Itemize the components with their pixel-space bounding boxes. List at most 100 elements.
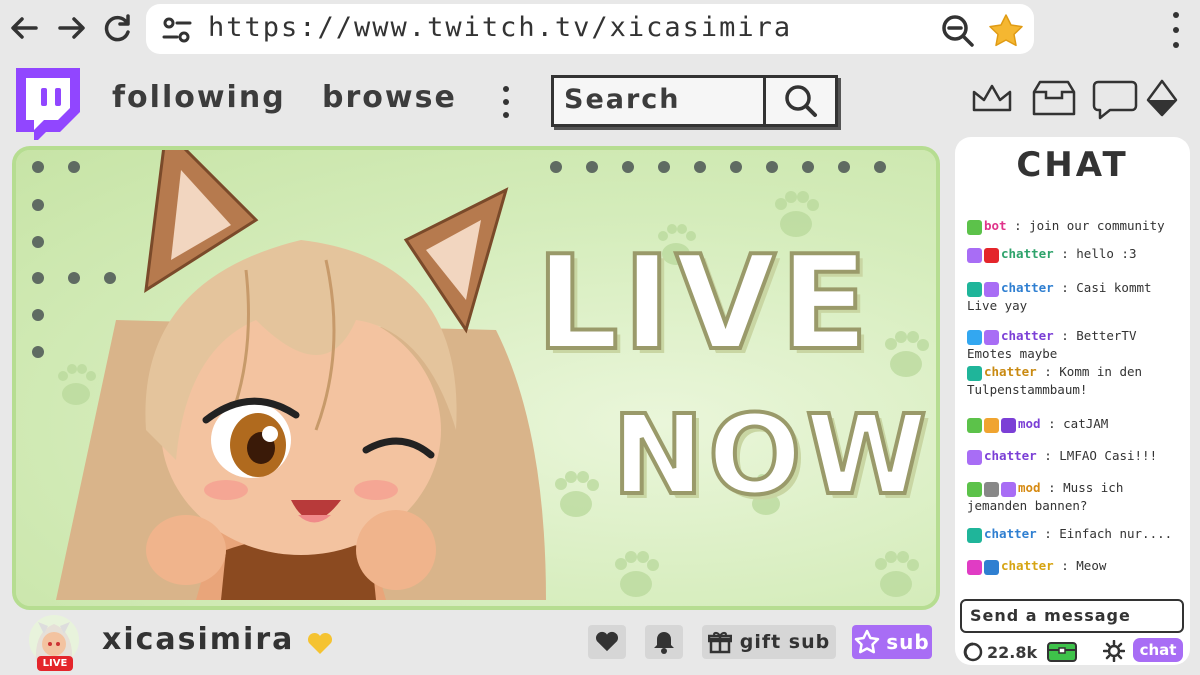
chat-message-input[interactable]: Send a message [960, 599, 1184, 633]
crown-icon[interactable] [970, 78, 1014, 118]
chat-separator: : [1040, 416, 1064, 431]
chat-badge-icon[interactable] [1001, 482, 1016, 497]
chat-username[interactable]: chatter [1001, 328, 1054, 343]
chat-separator: : [1040, 480, 1064, 495]
zoom-out-icon[interactable] [940, 13, 974, 47]
chat-bubble-icon[interactable] [1092, 78, 1138, 120]
verified-heart-icon [307, 632, 333, 656]
chat-title: CHAT [1016, 145, 1129, 185]
nav-browse[interactable]: browse [322, 80, 457, 115]
chat-badges [967, 416, 1018, 433]
chat-badge-icon[interactable] [967, 450, 982, 465]
chat-message: chatter : Casi kommt Live yay [967, 279, 1189, 314]
chat-separator: : [1053, 280, 1077, 295]
live-title: LIVE [534, 227, 873, 379]
chat-badge-icon[interactable] [967, 418, 982, 433]
settings-gear-icon[interactable] [1102, 639, 1126, 663]
address-bar[interactable]: https://www.twitch.tv/xicasimira [146, 4, 1034, 54]
chat-message-text: LMFAO Casi!!! [1059, 448, 1158, 463]
chat-separator: : [1053, 558, 1077, 573]
chat-username[interactable]: mod [1018, 416, 1041, 431]
chat-username[interactable]: chatter [984, 526, 1037, 541]
gift-sub-label: gift sub [739, 631, 831, 653]
gift-icon [707, 632, 732, 654]
follow-heart-button[interactable] [588, 625, 626, 659]
chat-username[interactable]: chatter [1001, 246, 1054, 261]
chat-message: chatter : LMFAO Casi!!! [967, 447, 1189, 465]
chat-badge-icon[interactable] [967, 560, 982, 575]
chat-send-button[interactable]: chat [1133, 638, 1183, 662]
chat-message: mod : catJAM [967, 415, 1189, 433]
subscribe-button[interactable]: sub [852, 625, 932, 659]
bell-icon [654, 632, 674, 654]
chat-badge-icon[interactable] [967, 366, 982, 381]
chat-separator: : [1036, 448, 1060, 463]
live-badge: LIVE [37, 656, 73, 671]
star-icon[interactable] [988, 13, 1023, 47]
chat-message: mod : Muss ich jemanden bannen? [967, 479, 1189, 514]
chat-separator: : [1053, 328, 1077, 343]
browser-menu-icon[interactable] [1166, 12, 1186, 48]
chat-panel: CHAT bot : join our community chatter : h… [955, 137, 1190, 665]
chat-badges [967, 328, 1001, 345]
chat-username[interactable]: mod [1018, 480, 1041, 495]
chat-badge-icon[interactable] [984, 418, 999, 433]
chat-badges [967, 218, 984, 235]
tune-icon[interactable] [160, 13, 194, 47]
chat-username[interactable]: chatter [1001, 280, 1054, 295]
star-icon [855, 629, 880, 654]
chat-badges [967, 558, 1001, 575]
search-placeholder: Search [564, 84, 681, 115]
search-icon [784, 85, 817, 117]
chat-badge-icon[interactable] [967, 220, 982, 235]
chat-badge-icon[interactable] [967, 282, 982, 297]
arrow-right-icon[interactable] [54, 10, 90, 46]
chat-badge-icon[interactable] [967, 330, 982, 345]
chat-message-text: Meow [1076, 558, 1107, 573]
chat-badges [967, 246, 1001, 263]
chat-username[interactable]: chatter [1001, 558, 1054, 573]
chat-message: chatter : BetterTV Emotes maybe [967, 327, 1189, 362]
chat-username[interactable]: chatter [984, 448, 1037, 463]
streamer-avatar-illustration [56, 150, 546, 600]
chat-badge-icon[interactable] [984, 248, 999, 263]
chat-message: chatter : Komm in den Tulpenstammbaum! [967, 363, 1189, 398]
search-button[interactable] [763, 78, 835, 124]
chat-username[interactable]: chatter [984, 364, 1037, 379]
more-menu-icon[interactable] [498, 86, 514, 118]
nav-following[interactable]: following [112, 80, 286, 115]
chat-badges [967, 448, 984, 465]
chat-badge-icon[interactable] [984, 560, 999, 575]
twitch-logo-icon[interactable] [10, 66, 84, 144]
chat-badge-icon[interactable] [984, 282, 999, 297]
chat-badge-icon[interactable] [984, 330, 999, 345]
chat-badge-icon[interactable] [1001, 418, 1016, 433]
chat-message: chatter : Meow [967, 557, 1189, 575]
chat-badge-icon[interactable] [967, 482, 982, 497]
inbox-icon[interactable] [1030, 78, 1076, 118]
arrow-left-icon[interactable] [6, 10, 42, 46]
chat-message-text: hello :3 [1076, 246, 1137, 261]
treasure-chest-icon [1047, 642, 1078, 662]
notifications-bell-button[interactable] [645, 625, 683, 659]
search-input[interactable]: Search [551, 75, 838, 127]
bits-gem-icon[interactable] [1144, 78, 1188, 118]
chat-separator: : [1036, 364, 1060, 379]
chat-badge-icon[interactable] [967, 248, 982, 263]
channel-points[interactable]: 22.8k [963, 641, 1078, 663]
channel-name[interactable]: xicasimira [102, 622, 294, 657]
chat-input-placeholder: Send a message [970, 606, 1131, 625]
chat-username[interactable]: bot [984, 218, 1007, 233]
channel-points-count: 22.8k [987, 642, 1038, 662]
chat-badge-icon[interactable] [967, 528, 982, 543]
chat-badges [967, 364, 984, 381]
url-text[interactable]: https://www.twitch.tv/xicasimira [208, 12, 792, 43]
stream-player[interactable]: LIVE NOW [12, 146, 940, 610]
sub-label: sub [886, 630, 930, 654]
reload-icon[interactable] [100, 10, 136, 46]
chat-badge-icon[interactable] [984, 482, 999, 497]
gift-sub-button[interactable]: gift sub [702, 625, 836, 659]
chat-message-text: Einfach nur.... [1059, 526, 1173, 541]
chat-badges [967, 480, 1018, 497]
chat-separator: : [1036, 526, 1060, 541]
